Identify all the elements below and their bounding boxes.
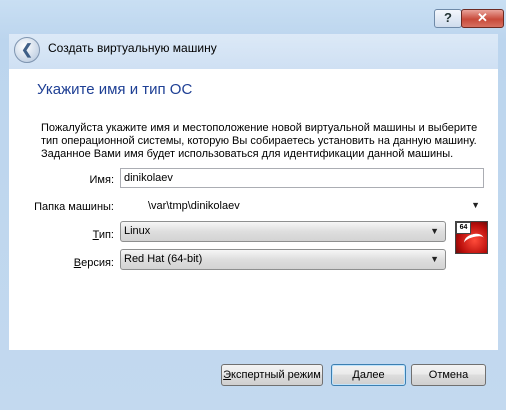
type-value: Linux <box>124 225 151 237</box>
page-description: Пожалуйста укажите имя и местоположение … <box>41 122 478 160</box>
close-button[interactable]: ✕ <box>461 9 504 28</box>
wizard-title: Создать виртуальную машину <box>48 41 217 55</box>
help-button[interactable]: ? <box>434 9 462 28</box>
version-value: Red Hat (64-bit) <box>124 253 203 265</box>
folder-label: Папка машины: <box>34 201 114 213</box>
chevron-down-icon[interactable]: ▼ <box>471 200 480 210</box>
version-label: Версия: <box>73 257 114 269</box>
wizard-page: Укажите имя и тип ОС Пожалуйста укажите … <box>9 69 498 350</box>
next-button[interactable]: Далее <box>331 364 406 386</box>
version-select[interactable]: Red Hat (64-bit) ▼ <box>120 249 446 270</box>
type-label: Тип: <box>92 229 114 241</box>
back-arrow-icon[interactable]: ❮ <box>14 37 40 63</box>
name-input[interactable]: dinikolaev <box>120 168 484 188</box>
chevron-down-icon: ▼ <box>430 254 439 264</box>
folder-value: \var\tmp\dinikolaev <box>148 200 240 212</box>
type-select[interactable]: Linux ▼ <box>120 221 446 242</box>
cancel-button[interactable]: Отмена <box>411 364 486 386</box>
window-frame: ? ✕ ❮ Создать виртуальную машину Укажите… <box>0 0 506 410</box>
chevron-down-icon: ▼ <box>430 226 439 236</box>
arch-badge: 64 <box>456 222 471 234</box>
page-title: Укажите имя и тип ОС <box>37 81 193 98</box>
title-bar: ? ✕ <box>0 0 506 30</box>
expert-mode-button[interactable]: Экспертный режим <box>221 364 323 386</box>
name-label: Имя: <box>89 174 114 186</box>
redhat-os-icon: 64 <box>455 221 488 254</box>
folder-selector[interactable]: \var\tmp\dinikolaev ▼ <box>120 196 486 218</box>
